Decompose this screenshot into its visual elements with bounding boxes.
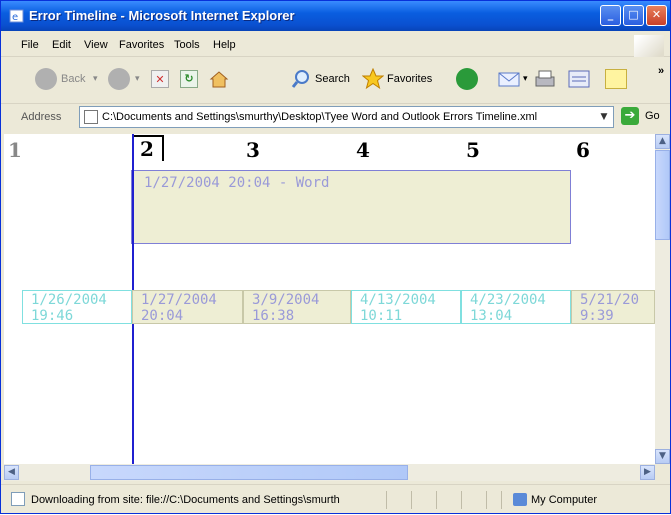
column-number-5: 5	[466, 138, 480, 162]
event-date: 3/9/2004	[252, 292, 320, 308]
favorites-star-icon[interactable]	[361, 67, 385, 90]
event-cell[interactable]: 1/26/2004 19:46	[22, 290, 132, 324]
menu-edit[interactable]: Edit	[52, 39, 71, 51]
refresh-icon[interactable]: ↻	[180, 70, 198, 88]
column-number-1: 1	[8, 138, 22, 162]
minimize-button[interactable]: _	[600, 5, 621, 26]
status-divider	[386, 491, 387, 509]
security-zone: My Computer	[531, 494, 598, 506]
menu-view[interactable]: View	[84, 39, 108, 51]
standard-toolbar: Back ▾ ▾ ✕ ↻ Search Favorites ▾ »	[1, 57, 670, 104]
ie-page-icon: e	[9, 9, 24, 23]
forward-icon[interactable]	[108, 68, 130, 90]
mail-dropdown-icon[interactable]: ▾	[523, 73, 528, 84]
event-date: 4/23/2004	[470, 292, 546, 308]
event-time: 20:04	[141, 308, 184, 324]
column-number-4: 4	[356, 138, 370, 162]
address-bar: Address C:\Documents and Settings\smurth…	[1, 104, 670, 131]
home-icon[interactable]	[209, 69, 229, 89]
menu-tools[interactable]: Tools	[174, 39, 200, 51]
event-cell[interactable]: 1/27/2004 20:04	[132, 290, 243, 324]
event-time: 13:04	[470, 308, 513, 324]
stop-icon[interactable]: ✕	[151, 70, 169, 88]
back-icon[interactable]	[35, 68, 57, 90]
back-dropdown-icon[interactable]: ▾	[93, 73, 98, 84]
horizontal-scroll-thumb[interactable]	[90, 465, 408, 480]
scroll-left-icon[interactable]: ◀	[4, 465, 19, 480]
go-button[interactable]: ➔ Go	[621, 107, 667, 127]
status-divider	[486, 491, 487, 509]
scroll-right-icon[interactable]: ▶	[640, 465, 655, 480]
go-label: Go	[645, 110, 660, 122]
event-time: 16:38	[252, 308, 295, 324]
history-icon[interactable]	[456, 68, 478, 90]
column-number-2: 2	[132, 135, 164, 161]
computer-icon	[513, 493, 527, 506]
title-bar: e Error Timeline - Microsoft Internet Ex…	[1, 1, 670, 31]
event-time: 19:46	[31, 308, 74, 324]
status-text: Downloading from site: file://C:\Documen…	[31, 494, 340, 506]
column-number-3: 3	[246, 138, 260, 162]
windows-logo-icon	[634, 35, 664, 57]
browser-window: e Error Timeline - Microsoft Internet Ex…	[0, 0, 671, 514]
address-url[interactable]: C:\Documents and Settings\smurthy\Deskto…	[102, 111, 537, 123]
status-divider	[436, 491, 437, 509]
edit-icon[interactable]	[568, 69, 592, 89]
event-time: 9:39	[580, 308, 614, 324]
vertical-scroll-thumb[interactable]	[655, 150, 670, 240]
search-button[interactable]: Search	[315, 73, 350, 85]
address-field[interactable]: C:\Documents and Settings\smurthy\Deskto…	[79, 106, 614, 128]
svg-text:e: e	[12, 12, 18, 23]
forward-dropdown-icon[interactable]: ▾	[135, 73, 140, 84]
status-divider	[501, 491, 502, 509]
vertical-scrollbar[interactable]: ▲ ▼	[655, 134, 670, 464]
menu-help[interactable]: Help	[213, 39, 236, 51]
event-cell[interactable]: 4/23/2004 13:04	[461, 290, 571, 324]
status-page-icon	[11, 492, 25, 506]
favorites-button[interactable]: Favorites	[387, 73, 432, 85]
event-cell[interactable]: 4/13/2004 10:11	[351, 290, 461, 324]
status-divider	[411, 491, 412, 509]
event-date: 1/27/2004	[141, 292, 217, 308]
menu-favorites[interactable]: Favorites	[119, 39, 164, 51]
event-date: 4/13/2004	[360, 292, 436, 308]
address-label: Address	[21, 111, 62, 123]
event-cell[interactable]: 5/21/20 9:39	[571, 290, 655, 324]
back-label[interactable]: Back	[61, 73, 85, 85]
column-number-6: 6	[576, 138, 590, 162]
event-cell[interactable]: 3/9/2004 16:38	[243, 290, 351, 324]
close-button[interactable]: ✕	[646, 5, 667, 26]
address-dropdown-icon[interactable]: ▼	[597, 109, 611, 125]
menu-bar: File Edit View Favorites Tools Help	[1, 34, 670, 57]
scroll-down-icon[interactable]: ▼	[655, 449, 670, 464]
event-time: 10:11	[360, 308, 403, 324]
search-icon[interactable]	[291, 69, 311, 89]
messenger-icon[interactable]	[605, 69, 627, 89]
menu-file[interactable]: File	[21, 39, 39, 51]
status-bar: Downloading from site: file://C:\Documen…	[1, 484, 670, 515]
selected-event-label: 1/27/2004 20:04 - Word	[144, 175, 330, 191]
status-divider	[461, 491, 462, 509]
window-title: Error Timeline - Microsoft Internet Expl…	[29, 8, 295, 23]
scroll-up-icon[interactable]: ▲	[655, 134, 670, 149]
toolbar-overflow-icon[interactable]: »	[658, 65, 664, 77]
maximize-button[interactable]: □	[623, 5, 644, 26]
horizontal-scrollbar[interactable]: ◀ ▶	[4, 464, 655, 481]
page-content: 1 2 3 4 5 6 1/27/2004 20:04 - Word 1/26/…	[4, 134, 655, 464]
mail-icon[interactable]	[498, 69, 520, 89]
page-icon	[84, 110, 98, 124]
selected-event-box[interactable]: 1/27/2004 20:04 - Word	[131, 170, 571, 244]
print-icon[interactable]	[534, 69, 556, 89]
event-date: 5/21/20	[580, 292, 640, 308]
event-date: 1/26/2004	[31, 292, 107, 308]
go-arrow-icon: ➔	[621, 107, 639, 125]
